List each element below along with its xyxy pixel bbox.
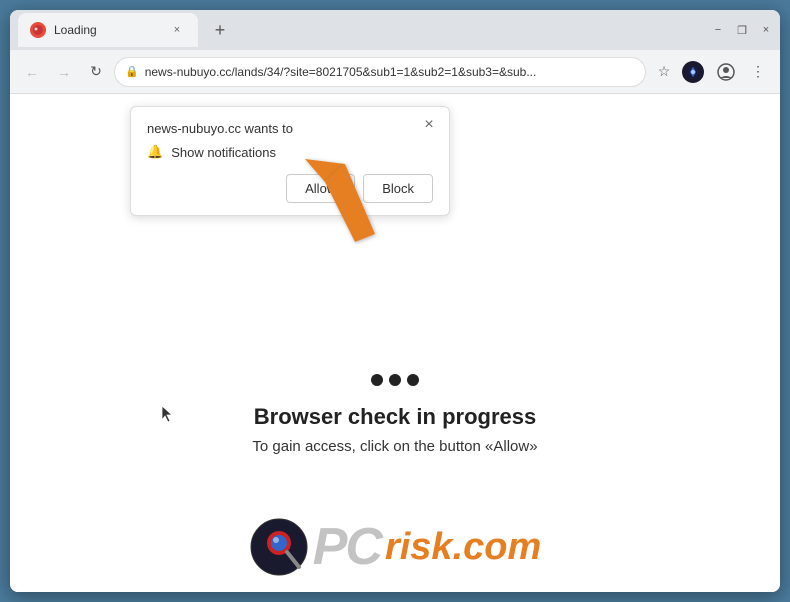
- lock-icon: 🔒: [125, 65, 139, 78]
- pcrisk-icon: [249, 517, 309, 577]
- address-bar-row: ← → ↻ 🔒 news-nubuyo.cc/lands/34/?site=80…: [10, 50, 780, 94]
- popup-permission-row: 🔔 Show notifications: [147, 144, 433, 160]
- mouse-cursor: [160, 404, 174, 424]
- bell-icon: 🔔: [147, 144, 163, 160]
- minimize-button[interactable]: −: [712, 24, 724, 36]
- forward-button[interactable]: →: [50, 58, 78, 86]
- arrow-container: [300, 154, 380, 249]
- address-box[interactable]: 🔒 news-nubuyo.cc/lands/34/?site=8021705&…: [114, 57, 646, 87]
- dot-2: [389, 374, 401, 386]
- active-tab[interactable]: Loading ×: [18, 13, 198, 47]
- popup-buttons: Allow Block: [147, 174, 433, 203]
- logo-area: PC risk.com: [10, 502, 780, 592]
- dot-1: [371, 374, 383, 386]
- popup-site-text: news-nubuyo.cc wants to: [147, 121, 433, 136]
- back-button[interactable]: ←: [18, 58, 46, 86]
- restore-button[interactable]: ❐: [736, 24, 748, 36]
- pc-logo-text: PC: [313, 517, 381, 577]
- popup-close-button[interactable]: ×: [419, 115, 439, 135]
- title-bar: Loading × + − ❐ ×: [10, 10, 780, 50]
- window-controls: − ❐ ×: [712, 24, 772, 36]
- close-window-button[interactable]: ×: [760, 24, 772, 36]
- notification-popup: × news-nubuyo.cc wants to 🔔 Show notific…: [130, 106, 450, 216]
- tab-title: Loading: [54, 23, 160, 37]
- tab-favicon: [30, 22, 46, 38]
- tab-close-button[interactable]: ×: [168, 21, 186, 39]
- browser-check-title: Browser check in progress: [254, 404, 536, 430]
- address-text: news-nubuyo.cc/lands/34/?site=8021705&su…: [145, 65, 635, 79]
- risk-logo-text: risk.com: [385, 526, 541, 569]
- loading-dots: [371, 374, 419, 386]
- bookmark-button[interactable]: ☆: [650, 58, 678, 86]
- dot-3: [407, 374, 419, 386]
- profile-button[interactable]: [712, 58, 740, 86]
- menu-button[interactable]: ⋮: [744, 58, 772, 86]
- arrow-icon: [300, 154, 380, 244]
- permission-label: Show notifications: [171, 145, 276, 160]
- reload-button[interactable]: ↻: [82, 58, 110, 86]
- browser-window: Loading × + − ❐ × ← → ↻ 🔒 news-nubuyo.cc…: [10, 10, 780, 592]
- vpn-icon: [682, 61, 704, 83]
- browser-check-subtitle: To gain access, click on the button «All…: [252, 438, 537, 455]
- pcrisk-logo: PC risk.com: [249, 517, 542, 577]
- page-content: × news-nubuyo.cc wants to 🔔 Show notific…: [10, 94, 780, 592]
- new-tab-button[interactable]: +: [206, 16, 234, 44]
